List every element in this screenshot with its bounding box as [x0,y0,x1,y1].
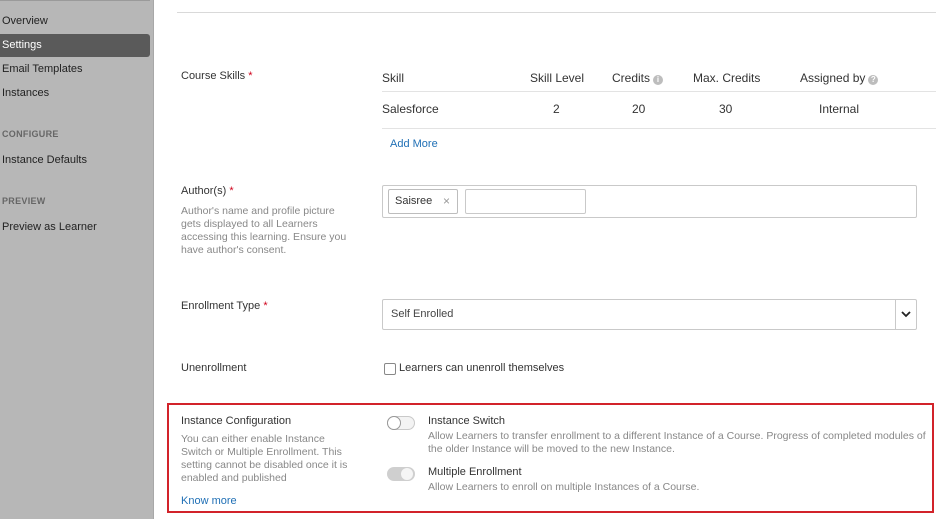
sidebar-item-email-templates[interactable]: Email Templates [2,63,83,75]
skills-header-max-credits: Max. Credits [693,71,761,85]
skills-row-credits: 20 [632,102,646,116]
required-marker: * [263,300,268,312]
authors-help-text: Author's name and profile picture gets d… [181,205,347,256]
instance-config-label: Instance Configuration [181,415,292,427]
multiple-enrollment-desc: Allow Learners to enroll on multiple Ins… [428,481,700,493]
enrollment-type-label: Enrollment Type * [181,300,268,312]
chevron-down-icon[interactable] [895,300,916,329]
settings-form: Course Skills * Skill Skill Level Credit… [155,0,936,519]
authors-label-text: Author(s) [181,185,227,197]
enrollment-type-select[interactable]: Self Enrolled [382,299,917,330]
toggle-knob [387,416,401,430]
skills-row-skill: Salesforce [382,102,439,116]
skills-header-credits-text: Credits [612,71,651,85]
sidebar-section-configure: CONFIGURE [2,129,59,139]
unenrollment-label: Unenrollment [181,362,247,374]
multiple-enrollment-title: Multiple Enrollment [428,466,522,478]
course-skills-label-text: Course Skills [181,70,246,82]
skills-row-max-credits: 30 [719,102,733,116]
sidebar: Overview Settings Email Templates Instan… [0,0,154,519]
instance-switch-desc: Allow Learners to transfer enrollment to… [428,430,926,455]
toggle-knob [400,467,414,481]
info-icon[interactable]: i [653,75,664,85]
sidebar-item-overview[interactable]: Overview [2,15,48,27]
sidebar-item-instance-defaults[interactable]: Instance Defaults [2,154,87,166]
top-divider [177,12,936,13]
skills-header-credits: Credits i [612,71,664,85]
course-skills-label: Course Skills * [181,70,253,82]
author-chip: Saisree × [388,189,458,214]
know-more-link[interactable]: Know more [181,495,237,507]
unenroll-checkbox-label[interactable]: Learners can unenroll themselves [399,362,564,374]
enrollment-type-label-text: Enrollment Type [181,300,261,312]
remove-author-icon[interactable]: × [443,190,450,213]
unenroll-checkbox[interactable] [384,363,396,375]
instance-config-help: You can either enable Instance Switch or… [181,433,348,484]
sidebar-item-instances[interactable]: Instances [2,87,49,99]
skills-header-divider [382,91,936,92]
required-marker: * [248,70,253,82]
skills-row-divider [382,128,936,129]
add-more-skills-link[interactable]: Add More [390,138,438,150]
skills-row-assigned-by: Internal [819,102,860,116]
skills-header-skill-level: Skill Level [530,71,585,85]
author-search-input[interactable] [465,189,586,214]
enrollment-type-value: Self Enrolled [391,308,454,320]
skills-row-skill-level: 2 [553,102,560,116]
multiple-enrollment-toggle[interactable] [387,467,415,481]
skills-header-skill: Skill [382,71,405,85]
skills-header-assigned-by: Assigned by? [800,71,879,85]
authors-field[interactable]: Saisree × [382,185,917,218]
help-icon[interactable]: ? [868,75,879,85]
skills-header-assigned-by-text: Assigned by [800,71,866,85]
author-chip-label: Saisree [395,195,433,207]
sidebar-item-settings[interactable]: Settings [0,34,150,57]
instance-switch-toggle[interactable] [387,416,415,430]
sidebar-top-divider [0,0,150,3]
instance-switch-title: Instance Switch [428,415,506,427]
required-marker: * [229,185,234,197]
sidebar-item-preview-as-learner[interactable]: Preview as Learner [2,221,97,233]
sidebar-section-preview: PREVIEW [2,196,46,206]
authors-label: Author(s) * [181,185,234,197]
